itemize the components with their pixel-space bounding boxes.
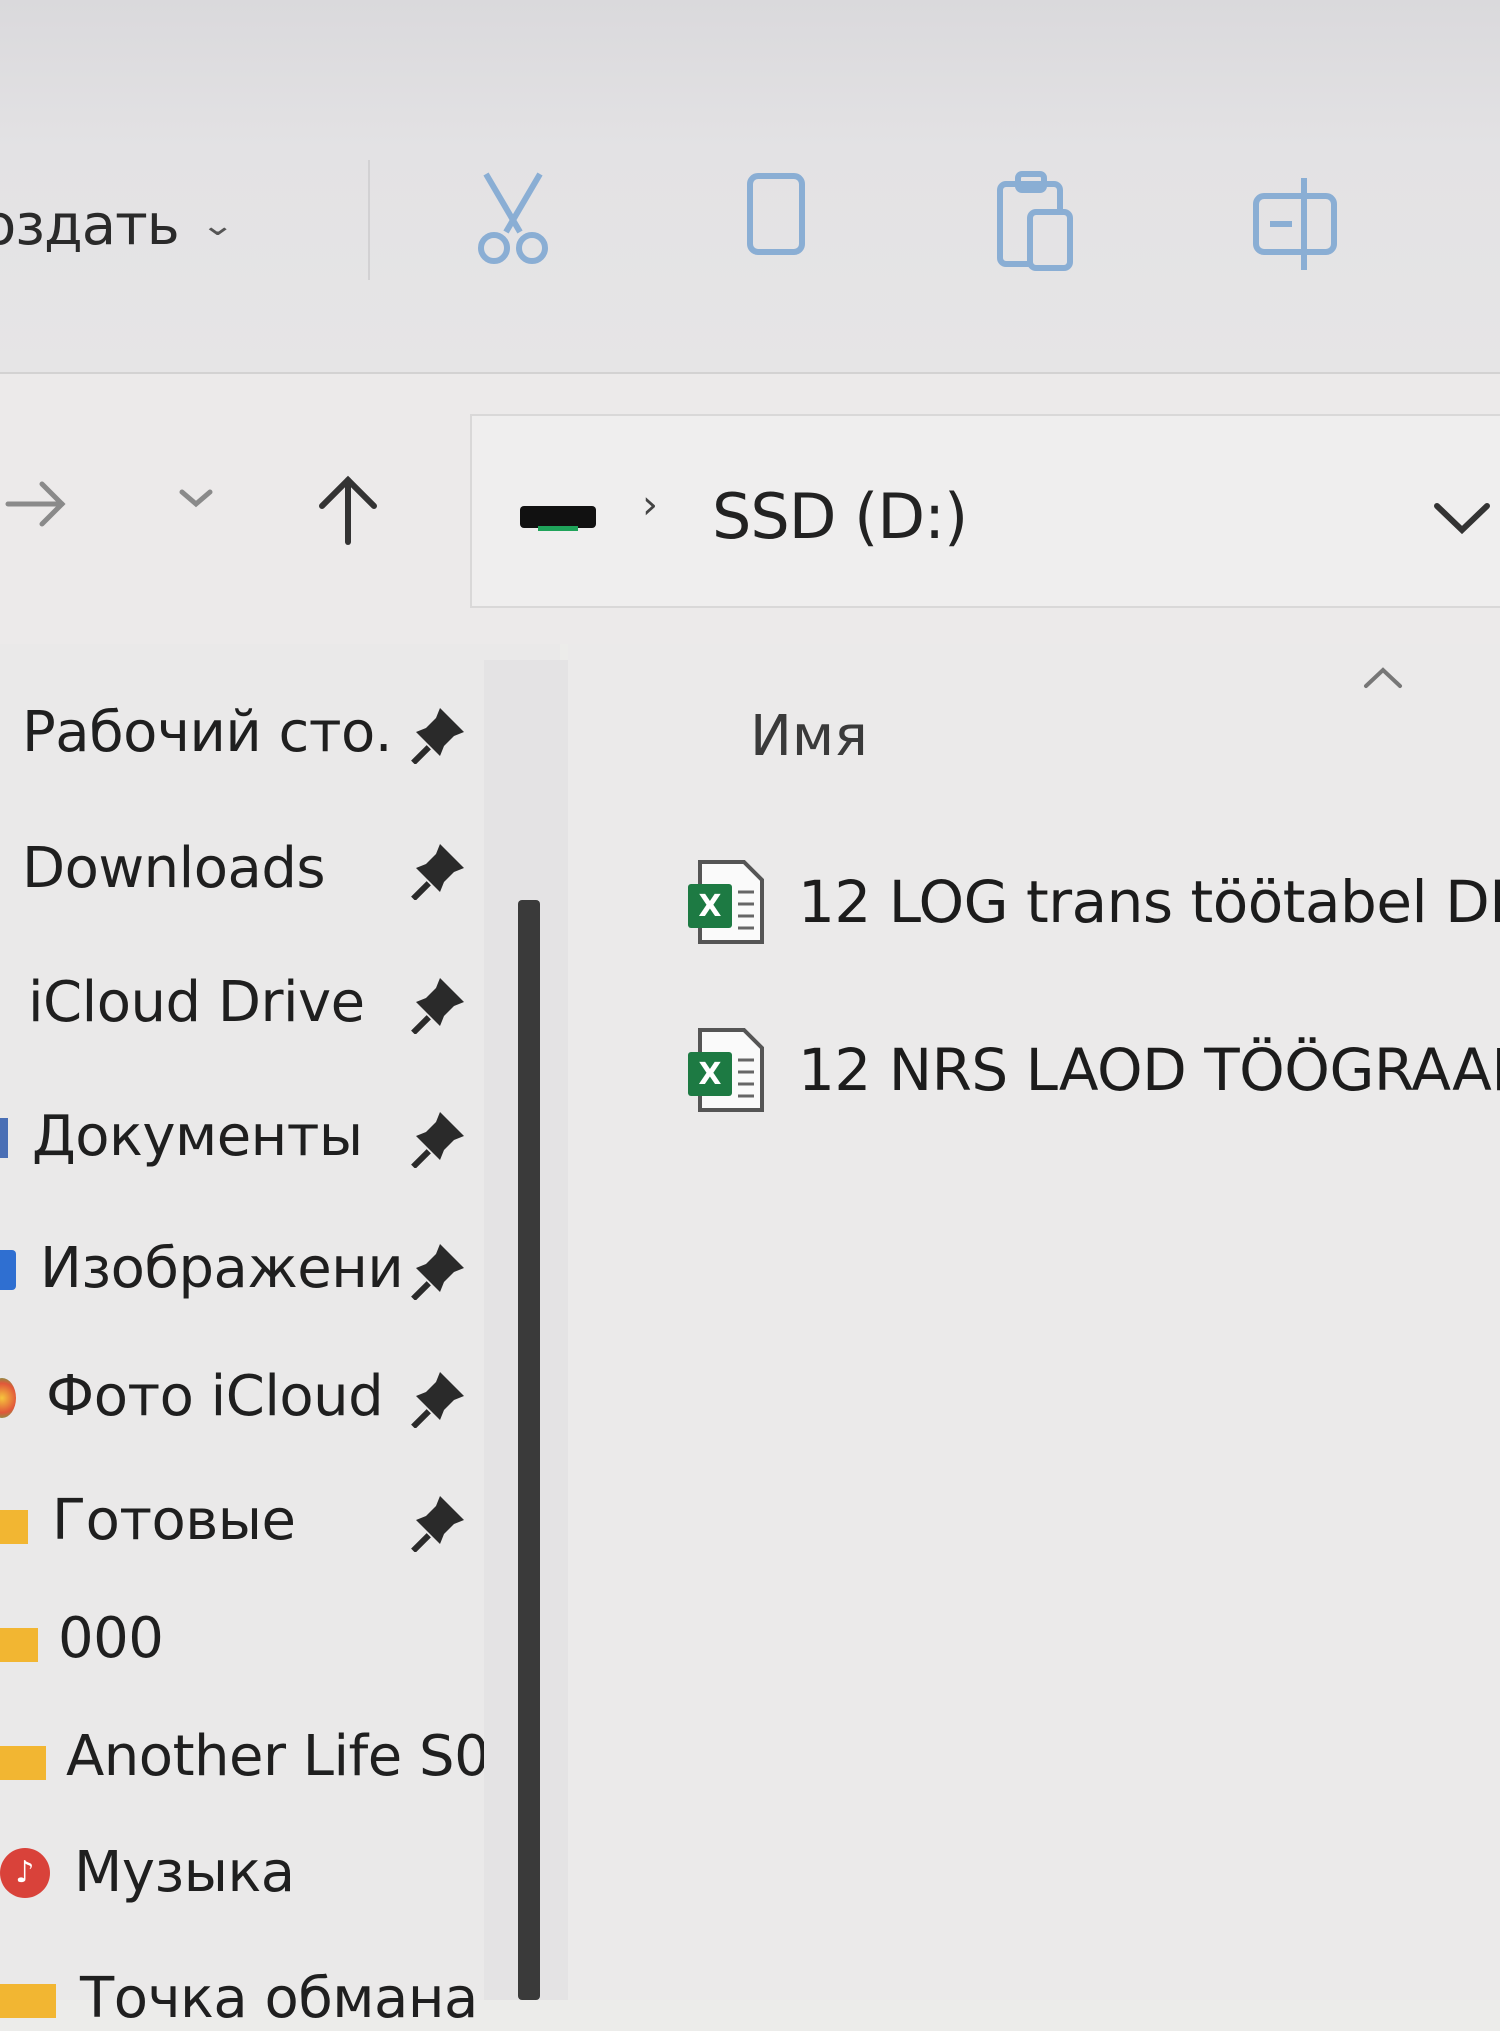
sidebar-item-label: Музыка bbox=[74, 1840, 295, 1905]
file-row[interactable]: X 12 LOG trans töötabel DE bbox=[688, 854, 1500, 950]
address-dropdown-icon[interactable] bbox=[1427, 496, 1497, 544]
pin-icon bbox=[410, 974, 470, 1038]
pin-icon bbox=[410, 1368, 470, 1432]
pin-icon bbox=[410, 1492, 470, 1556]
pictures-icon bbox=[0, 1250, 16, 1290]
pin-icon bbox=[410, 1108, 470, 1172]
sidebar-item-music[interactable]: ♪ Музыка bbox=[0, 1832, 500, 1912]
excel-file-icon: X bbox=[688, 1026, 768, 1118]
sidebar-item-another-life[interactable]: Another Life S02 bbox=[0, 1716, 525, 1796]
sidebar-item-label: Документы bbox=[32, 1104, 363, 1169]
excel-file-icon: X bbox=[688, 858, 768, 950]
column-header-name[interactable]: Имя bbox=[750, 704, 868, 769]
file-name: 12 LOG trans töötabel DE bbox=[798, 868, 1500, 936]
folder-icon bbox=[0, 1628, 38, 1662]
sidebar-item-label: Downloads bbox=[22, 836, 326, 901]
sidebar-item-downloads[interactable]: Downloads bbox=[0, 828, 500, 908]
folder-icon bbox=[0, 1510, 28, 1544]
recent-dropdown-icon[interactable] bbox=[174, 484, 218, 518]
sidebar-item-label: Точка обмана bbox=[80, 1966, 478, 2031]
address-bar[interactable]: › SSD (D:) bbox=[470, 414, 1500, 608]
rename-icon[interactable] bbox=[1248, 168, 1348, 282]
forward-arrow-icon[interactable] bbox=[2, 474, 72, 538]
sidebar-item-documents[interactable]: Документы bbox=[0, 1096, 500, 1176]
svg-text:X: X bbox=[698, 1057, 721, 1092]
sidebar-item-label: Рабочий сто. bbox=[22, 700, 393, 765]
sidebar-item-icloud-drive[interactable]: iCloud Drive bbox=[0, 962, 500, 1042]
sidebar-item-tochka-obmana[interactable]: Точка обмана bbox=[0, 1950, 500, 2031]
breadcrumb-drive[interactable]: SSD (D:) bbox=[712, 480, 968, 553]
pin-icon bbox=[410, 1240, 470, 1304]
folder-icon bbox=[0, 1746, 46, 1780]
sidebar-item-gotovye[interactable]: Готовые bbox=[0, 1480, 500, 1560]
svg-text:X: X bbox=[698, 889, 721, 924]
create-button-label: оздать bbox=[0, 192, 180, 258]
sidebar-item-label: Фото iCloud bbox=[46, 1364, 384, 1429]
up-arrow-icon[interactable] bbox=[312, 470, 384, 554]
sidebar-item-label: Изображени bbox=[40, 1236, 404, 1301]
sidebar-item-000[interactable]: 000 bbox=[0, 1598, 500, 1678]
file-row[interactable]: X 12 NRS LAOD TÖÖGRAAFI bbox=[688, 1022, 1500, 1118]
sort-ascending-icon bbox=[1358, 662, 1408, 696]
photos-icon bbox=[0, 1378, 16, 1418]
cut-icon[interactable] bbox=[468, 168, 558, 272]
sidebar-item-label: 000 bbox=[58, 1606, 164, 1671]
file-list: Имя X 12 LOG trans töötabel DE X 12 NRS … bbox=[568, 644, 1500, 2000]
sidebar-item-label: Готовые bbox=[52, 1488, 296, 1553]
navigation-pane: Рабочий сто. Downloads iCloud Drive Доку… bbox=[0, 644, 560, 2031]
sidebar-item-label: Another Life S02 bbox=[66, 1724, 525, 1789]
pin-icon bbox=[410, 840, 470, 904]
chevron-down-icon: ⌄ bbox=[199, 207, 235, 243]
sidebar-item-label: iCloud Drive bbox=[28, 970, 365, 1035]
command-bar: оздать ⌄ bbox=[0, 0, 1500, 374]
breadcrumb-separator-icon: › bbox=[642, 482, 658, 528]
folder-icon bbox=[0, 1984, 56, 2018]
paste-icon[interactable] bbox=[992, 168, 1082, 282]
documents-icon bbox=[0, 1118, 8, 1158]
create-button[interactable]: оздать ⌄ bbox=[0, 190, 235, 260]
sidebar-item-desktop[interactable]: Рабочий сто. bbox=[0, 692, 500, 772]
drive-icon bbox=[520, 506, 596, 531]
music-icon: ♪ bbox=[0, 1848, 50, 1898]
pin-icon bbox=[410, 704, 470, 768]
sidebar-item-icloud-photos[interactable]: Фото iCloud bbox=[0, 1356, 500, 1436]
sidebar-item-pictures[interactable]: Изображени bbox=[0, 1228, 500, 1308]
navigation-row: › SSD (D:) bbox=[0, 374, 1500, 644]
copy-icon[interactable] bbox=[738, 168, 818, 272]
file-name: 12 NRS LAOD TÖÖGRAAFI bbox=[798, 1036, 1500, 1104]
toolbar-separator bbox=[368, 160, 370, 280]
sidebar-scrollbar-thumb[interactable] bbox=[518, 900, 540, 2000]
